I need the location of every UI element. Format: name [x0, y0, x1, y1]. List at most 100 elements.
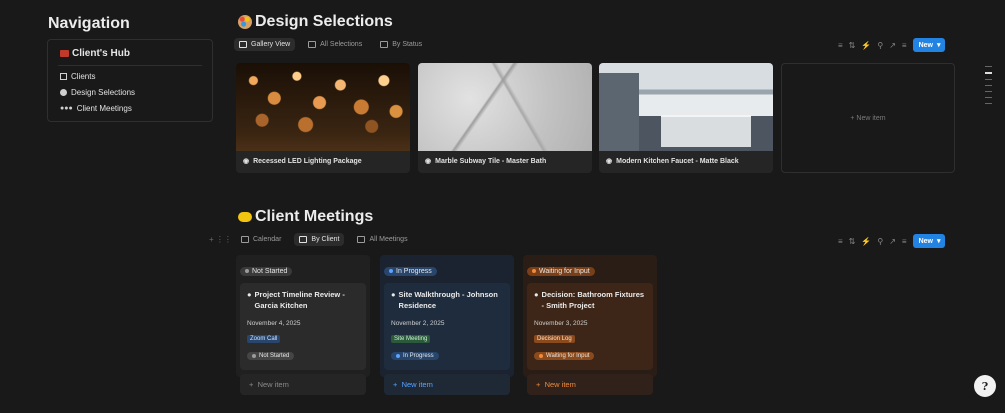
new-button-label: New — [918, 237, 933, 245]
palette-icon: ◉ — [243, 158, 250, 165]
nav-item-client-meetings[interactable]: ●●● Client Meetings — [60, 104, 132, 113]
page-outline[interactable] — [985, 66, 995, 104]
status-badge-text: In Progress — [403, 353, 434, 359]
meeting-card[interactable]: ● Project Timeline Review - Garcia Kitche… — [240, 283, 366, 370]
card-title: Modern Kitchen Faucet - Matte Black — [616, 157, 739, 165]
board-column-in-progress: In Progress ● Site Walkthrough - Johnson … — [380, 255, 514, 395]
meetings-title-text: Client Meetings — [255, 208, 374, 225]
sort-icon[interactable]: ⇅ — [849, 41, 856, 50]
status-badge: Waiting for Input — [534, 352, 595, 360]
meeting-type-tag: Site Meeting — [391, 335, 431, 343]
chevron-down-icon[interactable]: ▾ — [937, 41, 941, 49]
search-icon[interactable]: ⚲ — [877, 41, 883, 50]
gallery-card[interactable]: ◉ Marble Subway Tile - Master Bath — [418, 63, 592, 173]
status-badge-text: In Progress — [396, 267, 432, 275]
status-badge: Not Started — [240, 266, 293, 276]
expand-icon[interactable]: ↗ — [889, 41, 896, 50]
status-badge: Waiting for Input — [527, 266, 595, 276]
meeting-card[interactable]: ● Site Walkthrough - Johnson Residence No… — [384, 283, 510, 370]
people-icon: ● — [534, 290, 539, 299]
expand-icon[interactable]: ↗ — [889, 237, 896, 246]
status-badge-text: Waiting for Input — [546, 353, 590, 359]
tab-by-client[interactable]: By Client — [294, 233, 345, 246]
tab-label: All Meetings — [369, 236, 408, 243]
design-toolbar: ≡ ⇅ ⚡ ⚲ ↗ ≡ New ▾ — [838, 38, 945, 52]
block-handle[interactable]: + ⋮⋮ — [209, 235, 232, 244]
card-title: Recessed LED Lighting Package — [253, 157, 362, 165]
new-button[interactable]: New ▾ — [912, 38, 945, 52]
new-item-button[interactable]: + New item — [527, 374, 653, 395]
column-header: In Progress — [380, 255, 514, 283]
new-button[interactable]: New ▾ — [912, 234, 945, 248]
board-icon — [380, 41, 389, 48]
client-meetings-title: Client Meetings — [238, 208, 373, 226]
automation-icon[interactable]: ⚡ — [861, 237, 871, 246]
tab-all-selections[interactable]: All Selections — [303, 38, 367, 51]
filter-icon[interactable]: ≡ — [838, 237, 843, 246]
settings-icon[interactable]: ≡ — [902, 237, 907, 246]
tab-gallery-view[interactable]: Gallery View — [234, 38, 296, 51]
design-selections-title: Design Selections — [238, 13, 393, 31]
new-item-label: New item — [257, 380, 289, 389]
meeting-type-tag: Zoom Call — [247, 335, 281, 343]
status-badge-text: Not Started — [259, 353, 290, 359]
meetings-toolbar: ≡ ⇅ ⚡ ⚲ ↗ ≡ New ▾ — [838, 234, 945, 248]
status-badge-text: Not Started — [252, 267, 288, 275]
settings-icon[interactable]: ≡ — [902, 41, 907, 50]
search-icon[interactable]: ⚲ — [877, 237, 883, 246]
card-cover-image — [236, 63, 410, 151]
gallery-card[interactable]: ◉ Modern Kitchen Faucet - Matte Black — [599, 63, 773, 173]
tab-label: By Status — [392, 41, 423, 48]
new-item-button[interactable]: + New item — [384, 374, 510, 395]
meeting-type-tag: Decision Log — [534, 335, 575, 343]
tab-label: By Client — [311, 236, 340, 243]
status-badge-text: Waiting for Input — [539, 267, 590, 275]
tab-by-status[interactable]: By Status — [375, 38, 427, 51]
new-item-label: New item — [544, 380, 576, 389]
grid-icon — [239, 41, 247, 48]
column-header: Not Started — [236, 255, 370, 283]
tab-all-meetings[interactable]: All Meetings — [352, 233, 412, 246]
sort-icon[interactable]: ⇅ — [849, 237, 856, 246]
status-badge: In Progress — [391, 352, 439, 360]
new-button-label: New — [918, 41, 933, 49]
tab-label: Calendar — [253, 236, 282, 243]
card-cover-image — [418, 63, 592, 151]
nav-item-label: Client Meetings — [76, 104, 132, 113]
automation-icon[interactable]: ⚡ — [861, 41, 871, 50]
meeting-title: Decision: Bathroom Fixtures - Smith Proj… — [541, 290, 645, 310]
hub-title-text: Client's Hub — [72, 48, 130, 59]
hub-title[interactable]: Client's Hub — [60, 48, 130, 59]
meeting-date: November 3, 2025 — [534, 320, 588, 327]
status-badge: In Progress — [384, 266, 437, 276]
meeting-title: Site Walkthrough - Johnson Residence — [398, 290, 498, 310]
board-column-waiting-for-input: Waiting for Input ● Decision: Bathroom Fi… — [523, 255, 657, 395]
status-badge: Not Started — [247, 352, 295, 360]
gallery-card[interactable]: ◉ Recessed LED Lighting Package — [236, 63, 410, 173]
new-item-card[interactable]: + New item — [781, 63, 955, 173]
card-cover-image — [599, 63, 773, 151]
toolbox-icon — [60, 50, 69, 57]
design-view-tabs: Gallery View All Selections By Status — [234, 38, 427, 51]
meeting-card[interactable]: ● Decision: Bathroom Fixtures - Smith Pro… — [527, 283, 653, 370]
calendar-icon — [241, 236, 249, 243]
column-header: Waiting for Input — [523, 255, 657, 283]
palette-icon: ◉ — [606, 158, 613, 165]
new-item-button[interactable]: + New item — [240, 374, 366, 395]
chevron-down-icon[interactable]: ▾ — [937, 237, 941, 245]
tab-calendar[interactable]: Calendar — [236, 233, 286, 246]
table-icon — [308, 41, 317, 48]
meeting-date: November 2, 2025 — [391, 320, 445, 327]
people-icon: ●●● — [60, 105, 73, 112]
meeting-title: Project Timeline Review - Garcia Kitchen — [254, 290, 345, 310]
nav-item-label: Design Selections — [71, 88, 136, 97]
people-icon: ● — [247, 290, 252, 299]
filter-icon[interactable]: ≡ — [838, 41, 843, 50]
nav-item-design-selections[interactable]: Design Selections — [60, 88, 135, 97]
nav-item-clients[interactable]: Clients — [60, 72, 95, 81]
meetings-view-tabs: Calendar By Client All Meetings — [236, 233, 413, 246]
board-icon — [299, 236, 308, 243]
new-item-label: New item — [401, 380, 433, 389]
meeting-date: November 4, 2025 — [247, 320, 301, 327]
assistant-icon[interactable]: ? — [974, 375, 996, 397]
